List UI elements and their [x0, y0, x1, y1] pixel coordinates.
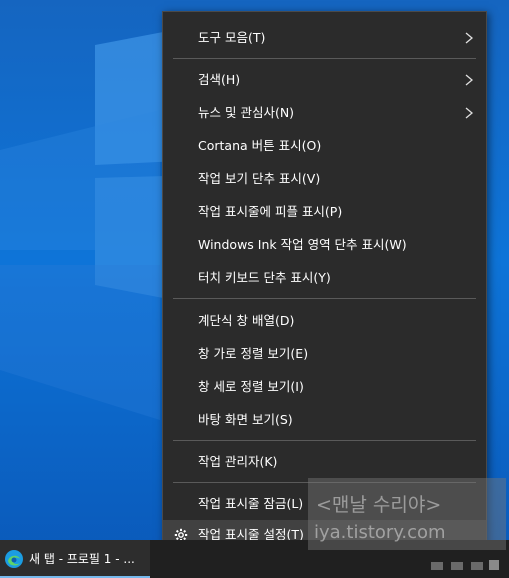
menu-item-search[interactable]: 검색(H)	[163, 63, 486, 96]
menu-item-show-cortana[interactable]: Cortana 버튼 표시(O)	[163, 129, 486, 162]
menu-item-label: 바탕 화면 보기(S)	[198, 412, 293, 427]
chevron-right-icon	[462, 21, 476, 54]
taskbar-app-edge[interactable]: 새 탭 - 프로필 1 - ...	[0, 540, 150, 578]
menu-item-touch-keyboard[interactable]: 터치 키보드 단추 표시(Y)	[163, 261, 486, 294]
tray-icons[interactable]	[343, 556, 503, 576]
menu-item-label: 작업 표시줄 잠금(L)	[198, 496, 304, 511]
taskbar-context-menu: 도구 모음(T) 검색(H) 뉴스 및 관심사(N) Cortana 버튼 표시…	[162, 11, 487, 551]
menu-separator	[173, 58, 476, 59]
menu-item-news-interests[interactable]: 뉴스 및 관심사(N)	[163, 96, 486, 129]
chevron-right-icon	[462, 96, 476, 129]
menu-item-label: Cortana 버튼 표시(O)	[198, 138, 322, 153]
menu-item-label: 작업 표시줄에 피플 표시(P)	[198, 204, 343, 219]
menu-item-label: 터치 키보드 단추 표시(Y)	[198, 270, 331, 285]
menu-item-label: 도구 모음(T)	[198, 30, 266, 45]
menu-item-label: Windows Ink 작업 영역 단추 표시(W)	[198, 237, 407, 252]
watermark-line2: iya.tistory.com	[314, 522, 446, 543]
menu-item-side-by-side[interactable]: 창 세로 정렬 보기(I)	[163, 370, 486, 403]
menu-separator	[173, 440, 476, 441]
chevron-right-icon	[462, 63, 476, 96]
menu-item-task-view[interactable]: 작업 보기 단추 표시(V)	[163, 162, 486, 195]
menu-item-windows-ink[interactable]: Windows Ink 작업 영역 단추 표시(W)	[163, 228, 486, 261]
menu-item-label: 작업 보기 단추 표시(V)	[198, 171, 321, 186]
menu-item-show-people[interactable]: 작업 표시줄에 피플 표시(P)	[163, 195, 486, 228]
watermark-line1: <맨날 수리야>	[316, 494, 442, 516]
edge-icon	[4, 549, 24, 573]
menu-item-cascade-windows[interactable]: 계단식 창 배열(D)	[163, 304, 486, 337]
menu-item-label: 뉴스 및 관심사(N)	[198, 105, 295, 120]
menu-item-label: 검색(H)	[198, 72, 241, 87]
menu-item-label: 계단식 창 배열(D)	[198, 313, 295, 328]
menu-item-show-desktop[interactable]: 바탕 화면 보기(S)	[163, 403, 486, 436]
menu-item-label: 창 가로 정렬 보기(E)	[198, 346, 309, 361]
menu-separator	[173, 298, 476, 299]
menu-item-label: 창 세로 정렬 보기(I)	[198, 379, 304, 394]
watermark: <맨날 수리야> iya.tistory.com	[308, 478, 506, 550]
menu-item-stack-windows[interactable]: 창 가로 정렬 보기(E)	[163, 337, 486, 370]
menu-item-task-manager[interactable]: 작업 관리자(K)	[163, 445, 486, 478]
menu-item-label: 작업 관리자(K)	[198, 454, 278, 469]
menu-item-toolbars[interactable]: 도구 모음(T)	[163, 21, 486, 54]
taskbar-app-label: 새 탭 - 프로필 1 - ...	[29, 552, 135, 566]
